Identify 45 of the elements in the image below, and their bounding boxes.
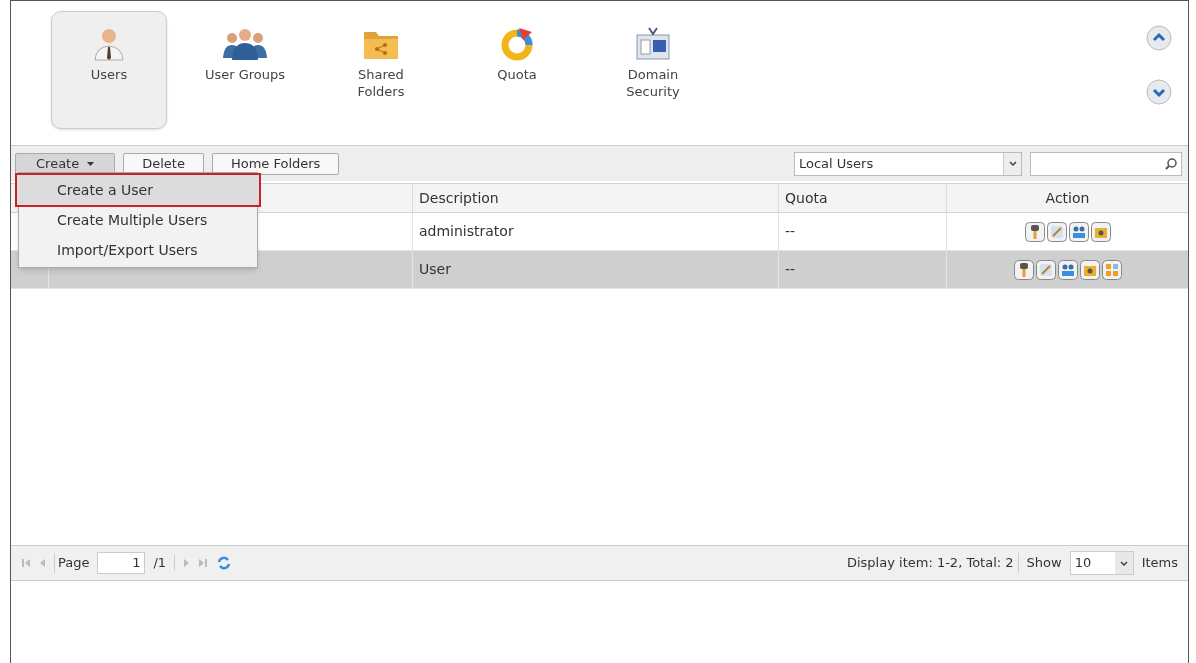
search-icon (1164, 156, 1178, 171)
edit-icon[interactable] (1035, 259, 1056, 280)
menu-item[interactable]: Create a User (17, 175, 259, 205)
table-cell: -- (779, 251, 947, 288)
scroll-up-icon[interactable] (1146, 25, 1172, 51)
items-label: Items (1141, 554, 1178, 573)
chevron-down-icon (1119, 560, 1128, 566)
people-icon[interactable] (1068, 221, 1089, 242)
nav-tab[interactable]: Shared Folders (323, 11, 439, 129)
nav-tab[interactable]: Quota (459, 11, 575, 129)
toolbar-button[interactable]: Delete (123, 152, 204, 175)
nav-tab[interactable]: User Groups (187, 11, 303, 129)
caret-icon (87, 161, 95, 166)
page-size-dropdown[interactable]: 10 (1069, 551, 1134, 575)
nav-tab[interactable]: Domain Security (595, 11, 711, 129)
folder-icon[interactable] (1090, 221, 1111, 242)
table-cell: administrator (413, 213, 779, 250)
people-group-icon (222, 26, 268, 62)
search-field[interactable] (1030, 151, 1182, 176)
toolbar-button[interactable]: Home Folders (211, 152, 340, 175)
user-icon (92, 26, 126, 62)
display-summary: Display item: 1-2, Total: 2 (846, 553, 1019, 573)
key-icon[interactable] (1024, 221, 1045, 242)
edit-icon[interactable] (1046, 221, 1067, 242)
table-cell: -- (779, 213, 947, 250)
show-label: Show (1026, 554, 1062, 573)
page-label: Page (54, 553, 90, 573)
table-cell: User (413, 251, 779, 288)
scroll-down-icon[interactable] (1146, 79, 1172, 105)
refresh-icon[interactable] (216, 555, 233, 571)
ring-chart-icon (499, 26, 535, 62)
column-header: Quota (779, 184, 947, 212)
nav-tab[interactable]: Users (51, 11, 167, 129)
page-count: /1 (153, 554, 167, 573)
column-header: Action (1044, 188, 1091, 208)
column-header: Description (413, 184, 779, 212)
key-icon[interactable] (1013, 259, 1034, 280)
chevron-down-icon (1008, 161, 1017, 166)
app-grid-icon[interactable] (1101, 259, 1122, 280)
page-field[interactable]: 1 (97, 552, 146, 574)
dropdown-button[interactable]: Create (15, 152, 116, 175)
people-icon[interactable] (1057, 259, 1078, 280)
folder-icon[interactable] (1079, 259, 1100, 280)
filter-dropdown[interactable]: Local Users (794, 151, 1022, 176)
id-card-icon (634, 26, 672, 62)
